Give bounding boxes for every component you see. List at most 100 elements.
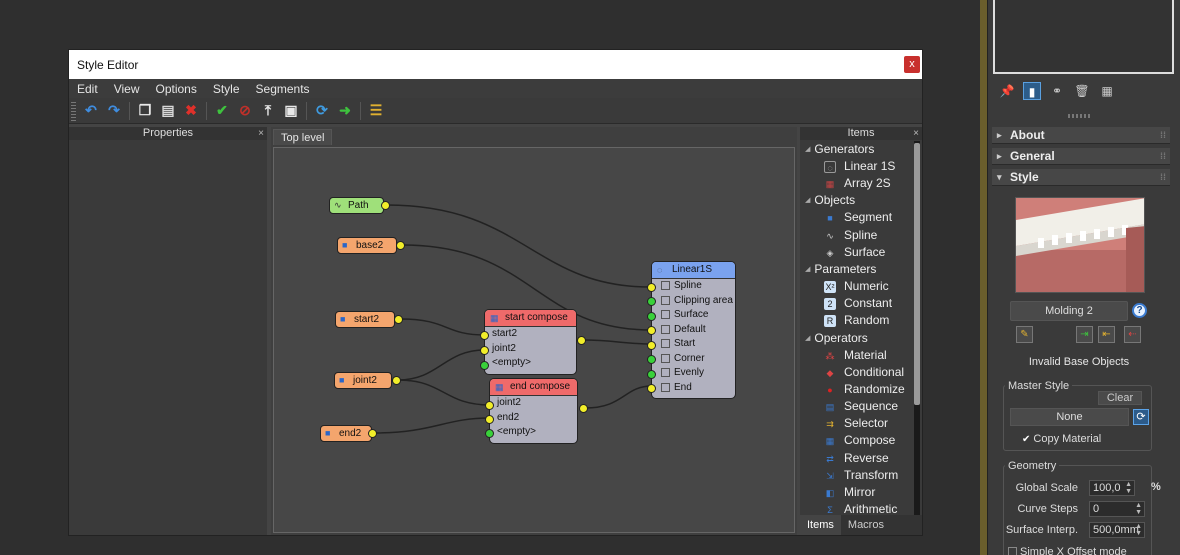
list-item[interactable]: ⁂ Material [802,347,914,364]
tab-top-level[interactable]: Top level [273,129,333,145]
list-item[interactable]: Σ Arithmetic [802,501,914,515]
list-item[interactable]: ● Randomize [802,381,914,398]
redo-icon[interactable]: ↷ [104,101,124,121]
load-icon[interactable]: ⇤ [1098,326,1115,343]
master-style-picker[interactable]: None [1010,408,1129,426]
menu-options[interactable]: Options [155,82,196,96]
port-linear-evenly[interactable] [647,370,656,379]
category-operators[interactable]: Operators [802,330,914,347]
port-linear-start[interactable] [647,341,656,350]
list-icon[interactable]: ☰ [366,101,386,121]
list-item[interactable]: ▤ Sequence [802,398,914,415]
category-parameters[interactable]: Parameters [802,261,914,278]
curve-steps-field[interactable]: 0 ▲ ▼ [1089,501,1145,517]
node-path[interactable]: ∿ Path [329,197,384,214]
category-generators[interactable]: Generators [802,141,914,158]
port-start-compose-in[interactable] [480,331,489,340]
properties-close-icon[interactable]: × [258,127,264,140]
delete-icon[interactable]: ✖ [181,101,201,121]
align-top-icon[interactable]: ⤒ [258,101,278,121]
list-item[interactable]: ⇲ Transform [802,467,914,484]
list-item[interactable]: ▦ Compose [802,432,914,449]
configure-icon[interactable]: ▦ [1098,82,1116,100]
list-item[interactable]: ▦ Array 2S [802,175,914,192]
port-start-compose-in[interactable] [480,361,489,370]
import-icon[interactable]: ⇥ [1076,326,1093,343]
node-base2[interactable]: ■ base2 [337,237,397,254]
refresh-icon[interactable]: ⟳ [312,101,332,121]
node-end2[interactable]: ■ end2 [320,425,372,442]
stop-icon[interactable]: ⊘ [235,101,255,121]
node-joint2[interactable]: ■ joint2 [334,372,392,389]
tab-macros[interactable]: Macros [841,515,891,535]
port-joint2-out[interactable] [392,376,401,385]
port-base2-out[interactable] [396,241,405,250]
items-scroll-thumb[interactable] [914,143,920,405]
apply-check-icon[interactable]: ✔ [212,101,232,121]
list-item[interactable]: ◌ Linear 1S [802,158,914,175]
port-linear-spline[interactable] [647,283,656,292]
simple-x-offset-checkbox[interactable]: Simple X Offset mode [1008,546,1127,555]
spinner-arrows-icon[interactable]: ▲ ▼ [1135,523,1142,537]
port-start-compose-in[interactable] [480,346,489,355]
port-end-compose-out[interactable] [579,404,588,413]
clear-button[interactable]: Clear [1098,391,1142,405]
rollout-style[interactable]: ▾ Style ⁞⁞ [992,169,1170,186]
list-item[interactable]: ◆ Conditional [802,364,914,381]
items-scrollbar[interactable] [914,141,920,515]
port-end2-out[interactable] [368,429,377,438]
rollout-grip[interactable] [1068,114,1092,118]
list-item[interactable]: ⇉ Selector [802,415,914,432]
edit-style-icon[interactable]: ✎ [1016,326,1033,343]
port-path-out[interactable] [381,201,390,210]
port-linear-surface[interactable] [647,312,656,321]
items-close-icon[interactable]: × [913,127,919,140]
close-button[interactable]: x [904,56,920,73]
toolbar-grip[interactable] [71,101,76,121]
spinner-arrows-icon[interactable]: ▲ ▼ [1135,502,1142,516]
list-item[interactable]: ◈ Surface [802,244,914,261]
list-item[interactable]: ∿ Spline [802,227,914,244]
rollout-general[interactable]: ▸ General ⁞⁞ [992,148,1170,165]
rollout-about[interactable]: ▸ About ⁞⁞ [992,127,1170,144]
style-name-button[interactable]: Molding 2 [1010,301,1128,321]
list-item[interactable]: ⇄ Reverse [802,450,914,467]
instance-icon[interactable]: ⚭ [1048,82,1066,100]
undo-icon[interactable]: ↶ [81,101,101,121]
port-linear-end[interactable] [647,384,656,393]
port-linear-default[interactable] [647,326,656,335]
list-item[interactable]: ■ Segment [802,209,914,226]
list-item[interactable]: ◧ Mirror [802,484,914,501]
refresh-icon[interactable]: ⟳ [1133,409,1149,425]
modifier-stack-icon[interactable]: ▮ [1023,82,1041,100]
export-icon[interactable]: ➜ [335,101,355,121]
category-objects[interactable]: Objects [802,192,914,209]
port-linear-corner[interactable] [647,355,656,364]
menu-view[interactable]: View [114,82,140,96]
node-linear1s[interactable]: ◌ Linear1S Spline Clipping area Surface … [651,261,736,399]
surface-interp-field[interactable]: 500,0mm ▲ ▼ [1089,522,1145,538]
node-graph-canvas[interactable]: ∿ Path ■ base2 ■ start2 ■ joint2 ■ end2 [273,147,795,533]
menu-style[interactable]: Style [213,82,240,96]
node-start-compose[interactable]: ▦ start compose start2 joint2 <empty> [484,309,577,375]
spinner-arrows-icon[interactable]: ▲ ▼ [1125,481,1132,495]
copy-icon[interactable]: ❐ [135,101,155,121]
port-end-compose-in[interactable] [485,401,494,410]
node-start2[interactable]: ■ start2 [335,311,395,328]
global-scale-field[interactable]: 100,0 ▲ ▼ [1089,480,1135,496]
save-icon[interactable]: ▣ [281,101,301,121]
trash-icon[interactable]: 🗑 [1073,82,1091,100]
copy-material-checkbox[interactable]: ✔ Copy Material [1022,433,1101,445]
list-item[interactable]: 2 Constant [802,295,914,312]
menu-edit[interactable]: Edit [77,82,98,96]
port-linear-clip[interactable] [647,297,656,306]
port-start2-out[interactable] [394,315,403,324]
pin-icon[interactable]: 📌 [998,82,1016,100]
list-item[interactable]: X² Numeric [802,278,914,295]
tab-items[interactable]: Items [800,515,841,535]
help-icon[interactable]: ? [1132,303,1147,318]
port-end-compose-in[interactable] [485,429,494,438]
port-start-compose-out[interactable] [577,336,586,345]
paste-icon[interactable]: ▤ [158,101,178,121]
port-end-compose-in[interactable] [485,415,494,424]
